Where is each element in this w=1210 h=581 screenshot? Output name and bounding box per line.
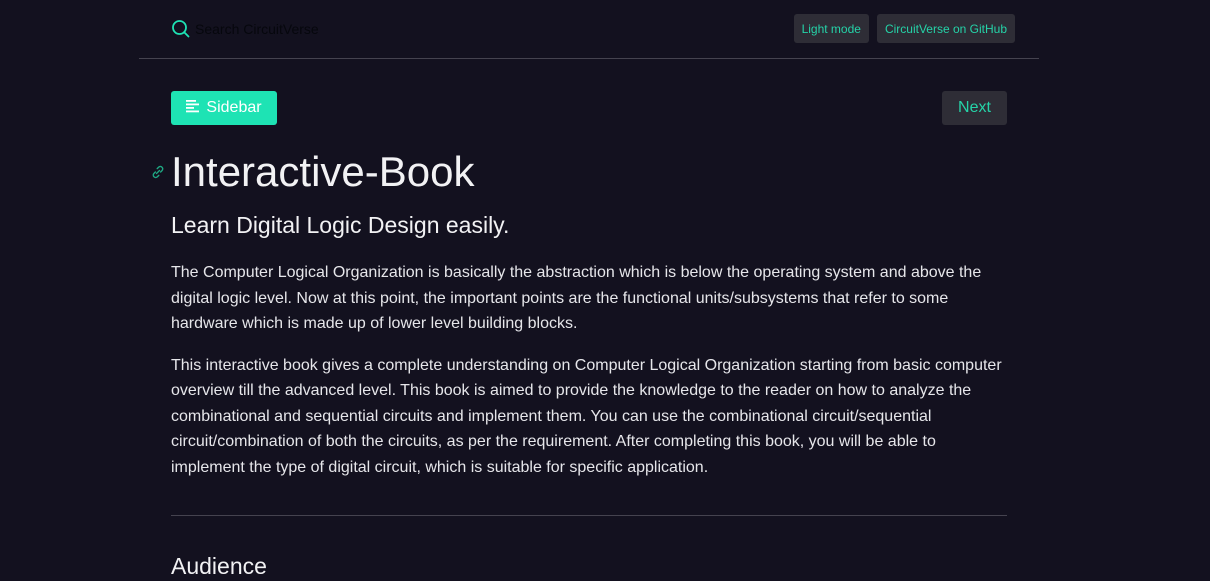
menu-lines-icon [186,99,200,118]
intro-paragraph: The Computer Logical Organization is bas… [171,264,982,332]
book-description-paragraph: This interactive book gives a complete u… [171,356,1002,476]
search-icon[interactable] [171,19,191,39]
light-mode-button[interactable]: Light mode [793,14,869,43]
page-subtitle: Learn Digital Logic Design easily. [171,212,510,238]
link-anchor-icon[interactable] [150,164,166,185]
search-input[interactable] [195,21,435,37]
next-page-button[interactable]: Next [942,91,1007,125]
main-content: Interactive-Book Learn Digital Logic Des… [171,146,1011,480]
github-link-button[interactable]: CircuitVerse on GitHub [876,14,1015,43]
search-box[interactable] [171,18,435,40]
page-title: Interactive-Book [171,148,475,195]
sidebar-label: Sidebar [206,99,262,116]
audience-heading: Audience [171,553,267,579]
top-actions: Light mode CircuitVerse on GitHub [793,14,1015,43]
sidebar-toggle-button[interactable]: Sidebar [171,91,277,125]
top-bar: Light mode CircuitVerse on GitHub [139,0,1039,59]
section-divider [171,515,1007,516]
